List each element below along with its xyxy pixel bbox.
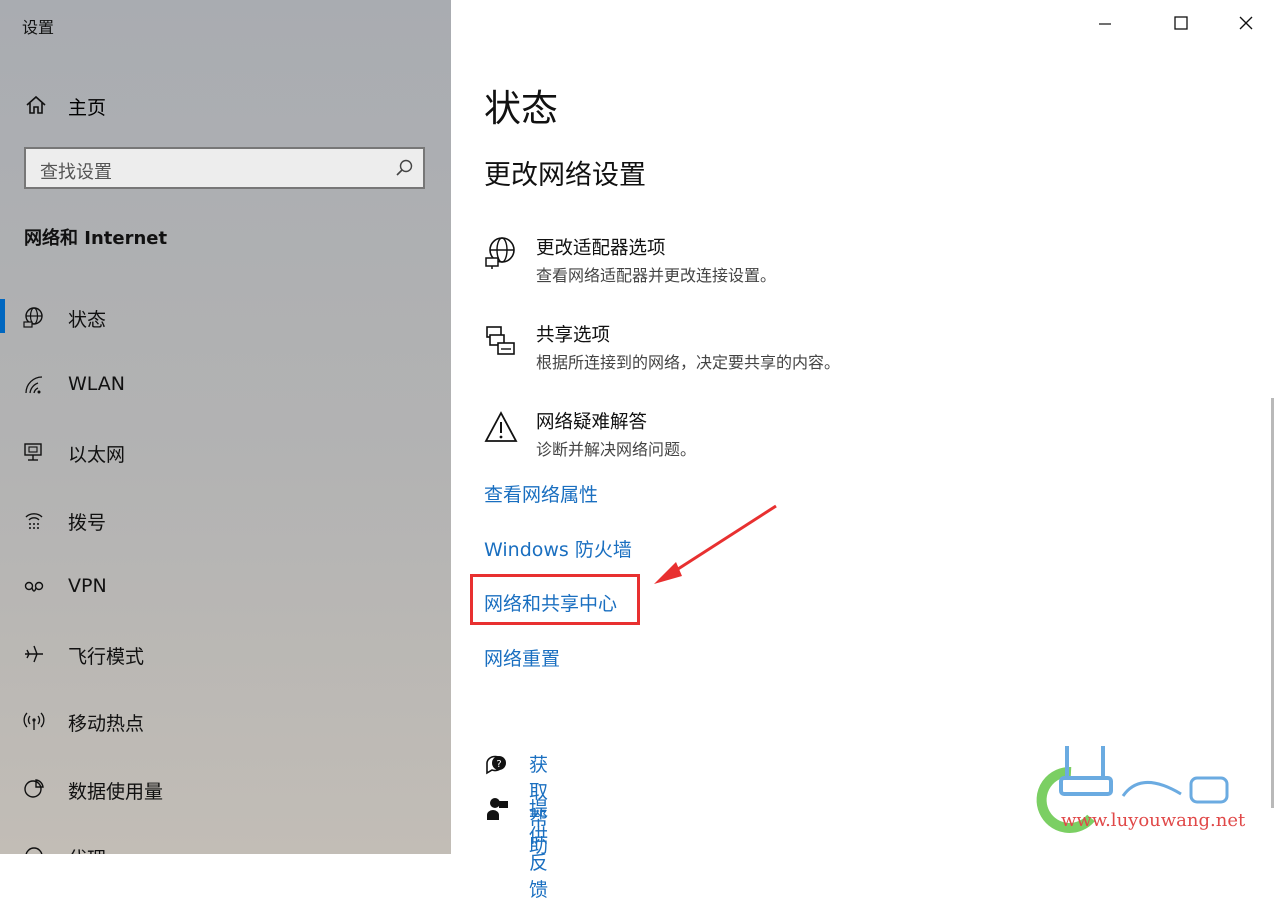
- airplane-icon: [25, 645, 43, 663]
- wifi-icon: [25, 376, 43, 394]
- minimize-button[interactable]: [1077, 0, 1133, 48]
- sharing-options[interactable]: 共享选项 根据所连接到的网络，决定要共享的内容。: [484, 321, 1104, 381]
- section-heading: 更改网络设置: [484, 160, 646, 191]
- watermark-url: www.luyouwang.net: [1061, 810, 1246, 831]
- section-title: 网络和 Internet: [24, 228, 168, 249]
- window-title: 设置: [22, 18, 55, 37]
- search-placeholder: 查找设置: [40, 162, 112, 183]
- sidebar-item-label: 移动热点: [68, 713, 145, 735]
- view-network-properties-link[interactable]: 查看网络属性: [484, 480, 598, 507]
- sidebar-item-label: 飞行模式: [68, 646, 145, 668]
- sidebar-home[interactable]: 主页: [0, 84, 451, 124]
- help-chat-icon: ?: [486, 755, 506, 775]
- sidebar-item-ethernet[interactable]: 以太网: [0, 430, 451, 474]
- hotspot-icon: [23, 712, 45, 730]
- maximize-button[interactable]: [1149, 0, 1205, 48]
- sidebar-item-data-usage[interactable]: 数据使用量: [0, 767, 451, 811]
- data-usage-icon: [24, 779, 44, 798]
- sidebar-item-label: 状态: [68, 309, 107, 331]
- windows-firewall-link[interactable]: Windows 防火墙: [484, 535, 632, 562]
- sidebar-item-label: VPN: [68, 575, 107, 597]
- sidebar-home-label: 主页: [68, 97, 107, 119]
- content-pane: 状态 更改网络设置 更改适配器选项 查看网络适配器并更改连接设置。 共享选项 根…: [451, 0, 1280, 901]
- proxy-icon: [25, 847, 43, 854]
- search-icon: [396, 159, 413, 176]
- close-button[interactable]: [1215, 0, 1271, 48]
- adapter-globe-icon: [485, 237, 515, 269]
- option-title: 共享选项: [536, 325, 611, 346]
- close-icon: [1239, 16, 1253, 30]
- vpn-icon: [24, 581, 44, 592]
- maximize-icon: [1174, 16, 1188, 30]
- option-title: 更改适配器选项: [536, 238, 666, 259]
- minimize-icon: [1099, 23, 1111, 25]
- change-adapter-options[interactable]: 更改适配器选项 查看网络适配器并更改连接设置。: [484, 234, 1104, 294]
- globe-icon: [23, 307, 43, 328]
- sidebar-item-dialup[interactable]: 拨号: [0, 498, 451, 542]
- sidebar-item-label: 代理: [68, 844, 106, 854]
- sidebar-item-proxy[interactable]: 代理: [0, 834, 451, 854]
- sidebar: 设置 主页 查找设置 网络和 Internet 状态 WLAN 以太网 拨号 V…: [0, 0, 451, 854]
- sharing-icon: [486, 326, 515, 355]
- home-icon: [26, 95, 46, 114]
- option-title: 网络疑难解答: [536, 412, 648, 433]
- network-troubleshooter[interactable]: 网络疑难解答 诊断并解决网络问题。: [484, 408, 1104, 468]
- scrollbar[interactable]: [1271, 398, 1274, 808]
- warning-icon: [484, 411, 518, 442]
- network-reset-link[interactable]: 网络重置: [484, 644, 560, 671]
- option-desc: 查看网络适配器并更改连接设置。: [536, 266, 777, 285]
- sidebar-item-status[interactable]: 状态: [0, 295, 451, 339]
- search-input[interactable]: 查找设置: [24, 147, 425, 189]
- feedback-icon: [487, 798, 508, 820]
- dialup-icon: [25, 513, 43, 529]
- sidebar-item-label: WLAN: [68, 373, 126, 395]
- page-title: 状态: [484, 87, 558, 130]
- ethernet-icon: [24, 443, 42, 461]
- sidebar-item-label: 以太网: [68, 444, 126, 466]
- sidebar-item-label: 拨号: [68, 512, 107, 534]
- option-desc: 诊断并解决网络问题。: [536, 440, 697, 459]
- sidebar-item-wlan[interactable]: WLAN: [0, 363, 451, 407]
- sidebar-item-vpn[interactable]: VPN: [0, 565, 451, 609]
- annotation-arrow: [654, 504, 777, 584]
- highlight-box: [470, 574, 640, 625]
- svg-text:?: ?: [496, 759, 501, 770]
- sidebar-item-label: 数据使用量: [68, 781, 164, 803]
- sidebar-item-airplane[interactable]: 飞行模式: [0, 632, 451, 676]
- give-feedback-label: 提供反馈: [529, 798, 549, 901]
- option-desc: 根据所连接到的网络，决定要共享的内容。: [536, 353, 841, 372]
- sidebar-item-hotspot[interactable]: 移动热点: [0, 699, 451, 743]
